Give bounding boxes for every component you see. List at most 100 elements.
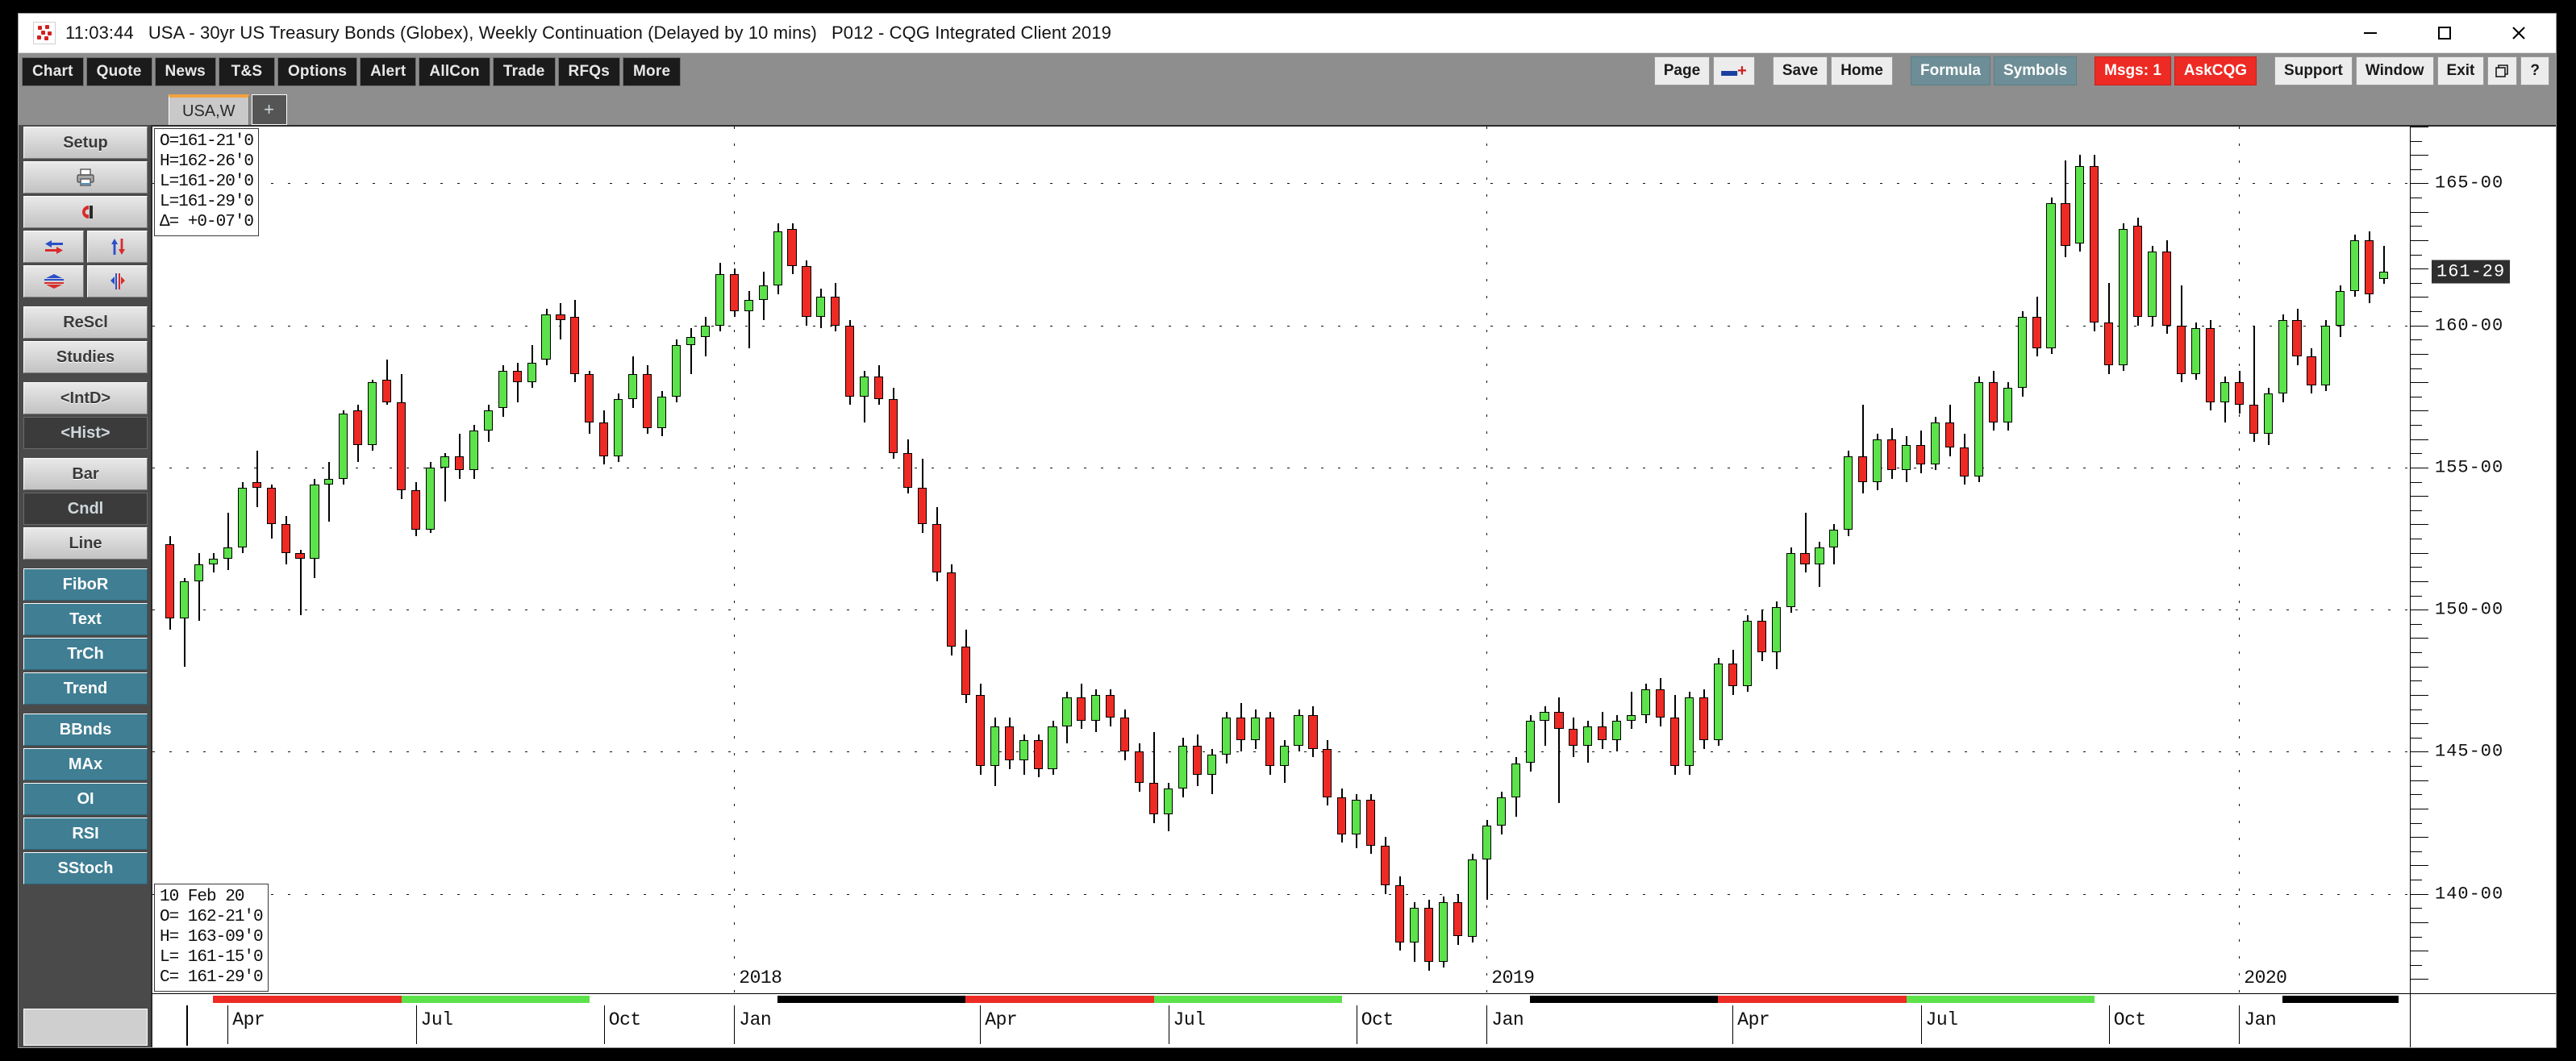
sidebar-button-cndl[interactable]: Cndl <box>23 493 148 525</box>
candle-body <box>425 467 436 530</box>
candle-body <box>454 456 464 471</box>
sidebar-button-bbnds[interactable]: BBnds <box>23 714 148 746</box>
toolbar-button-symbols[interactable]: Symbols <box>1993 56 2078 85</box>
toolbar-button-quote[interactable]: Quote <box>85 56 152 86</box>
price-axis-tick <box>2411 851 2422 852</box>
sidebar-button-trend[interactable]: Trend <box>23 672 148 705</box>
minimize-button[interactable] <box>2333 14 2407 52</box>
toolbar-button-home[interactable]: Home <box>1831 56 1893 85</box>
sidebar-button-studies[interactable]: Studies <box>23 341 148 373</box>
toolbar-button-window[interactable]: Window <box>2355 56 2434 85</box>
price-axis-tick <box>2411 410 2428 412</box>
candle-body <box>628 373 638 400</box>
sidebar-icon-row <box>23 265 148 297</box>
sidebar-button-rescl[interactable]: ReScl <box>23 306 148 339</box>
time-axis-label: Apr <box>1737 1009 1770 1030</box>
arrow-collapse-v-icon <box>108 272 127 291</box>
toolbar-button-icon[interactable]: ? <box>2520 56 2549 85</box>
toolbar-button-support[interactable]: Support <box>2274 56 2353 85</box>
candle-body <box>1352 800 1361 834</box>
time-axis[interactable]: Apr Jul Oct Jan Apr Jul Oct Jan Apr Jul Oct Jan <box>152 993 2556 1047</box>
candle-body <box>194 564 203 581</box>
time-axis-tick <box>227 1005 229 1044</box>
sidebar-button-text[interactable]: Text <box>23 603 148 635</box>
candle-body <box>1106 694 1115 718</box>
toolbar-button-allcon[interactable]: AllCon <box>419 56 490 86</box>
candle-body <box>1323 748 1332 797</box>
sidebar-button-trch[interactable]: TrCh <box>23 638 148 670</box>
sidebar-button-rsi[interactable]: RSI <box>23 818 148 850</box>
candle-body <box>1062 697 1072 726</box>
cursor-close: C= 161-29'0 <box>160 968 264 987</box>
restore-window-icon[interactable] <box>2487 56 2518 85</box>
sidebar-button-oi[interactable]: OI <box>23 783 148 815</box>
ohlc-readout-box: O=161-21'0 H=162-26'0 L=161-20'0 L=161-2… <box>154 128 260 236</box>
candle-body <box>368 382 377 445</box>
close-button[interactable] <box>2482 14 2556 52</box>
price-axis-tick <box>2411 751 2428 753</box>
candle-body <box>1699 697 1708 741</box>
toolbar-button-zoom[interactable]: ▬ + <box>1713 56 1755 85</box>
ohlc-last: L=161-29'0 <box>160 193 254 211</box>
candle-body <box>1771 606 1781 653</box>
toolbar-button-page[interactable]: Page <box>1653 56 1711 85</box>
tab-usa-w[interactable]: USA,W <box>169 94 249 125</box>
sidebar-button-hist[interactable]: <Hist> <box>23 417 148 449</box>
toolbar-button-trade[interactable]: Trade <box>492 56 556 86</box>
candle-body <box>1945 422 1954 448</box>
toolbar-button-formula[interactable]: Formula <box>1911 56 1990 85</box>
toolbar-button-t-s[interactable]: T&S <box>218 56 275 86</box>
time-axis-label: Oct <box>608 1009 641 1030</box>
sidebar-button-setup[interactable]: Setup <box>23 127 148 159</box>
price-axis-tick <box>2411 652 2422 654</box>
toolbar-button-askcqg[interactable]: AskCQG <box>2174 56 2257 85</box>
toolbar-button-rfqs[interactable]: RFQs <box>557 56 621 86</box>
sidebar-button-magnet-icon[interactable] <box>23 196 148 228</box>
price-axis-tick <box>2411 638 2428 639</box>
toolbar-button-news[interactable]: News <box>154 56 216 86</box>
price-axis-tick <box>2411 311 2422 313</box>
price-axis-tick <box>2411 595 2422 597</box>
time-axis-tick <box>1920 1005 1922 1044</box>
candle-body <box>1381 845 1390 886</box>
toolbar-button-chart[interactable]: Chart <box>22 56 84 86</box>
toolbar-button-save[interactable]: Save <box>1772 56 1828 85</box>
vertical-gridline <box>734 127 736 993</box>
sidebar-button-bar[interactable]: Bar <box>23 458 148 490</box>
sidebar-button-line[interactable]: Line <box>23 527 148 560</box>
time-axis-label: Oct <box>1361 1009 1394 1030</box>
print-icon <box>75 168 96 187</box>
toolbar-button-exit[interactable]: Exit <box>2436 56 2485 85</box>
toolbar-button-options[interactable]: Options <box>277 56 358 86</box>
vertical-gridline <box>2239 127 2240 993</box>
price-axis-tick <box>2411 893 2428 895</box>
sidebar-button-max[interactable]: MAx <box>23 748 148 780</box>
sidebar-button-fibor[interactable]: FiboR <box>23 568 148 601</box>
time-axis-labels: Apr Jul Oct Jan Apr Jul Oct Jan Apr Jul Oct Jan <box>152 1005 2556 1046</box>
sidebar-button-print-icon[interactable] <box>23 161 148 193</box>
sidebar-button-arrow-collapse-v-icon[interactable] <box>87 265 148 297</box>
candle-body <box>2075 166 2085 243</box>
tab-strip-spacer <box>22 89 169 125</box>
maximize-button[interactable] <box>2407 14 2482 52</box>
price-axis[interactable]: 165-00 160-00 155-00 150-00 145-00 140-00 161-… <box>2410 127 2556 993</box>
add-tab-button[interactable]: + <box>251 94 287 125</box>
toolbar-button-alert[interactable]: Alert <box>360 56 417 86</box>
candle-body <box>353 410 363 445</box>
sidebar-footer-panel[interactable] <box>23 1009 148 1046</box>
candle-body <box>556 314 565 320</box>
toolbar-button-more[interactable]: More <box>623 56 682 86</box>
toolbar-button-msgs-1[interactable]: Msgs: 1 <box>2095 56 2171 85</box>
sidebar-button-sstoch[interactable]: SStoch <box>23 852 148 884</box>
sidebar-button-arrow-collapse-h-icon[interactable] <box>23 265 84 297</box>
candle-body <box>1265 718 1274 767</box>
sidebar-button-arrow-left-right-icon[interactable] <box>23 231 84 263</box>
sidebar-button-arrow-up-down-icon[interactable] <box>87 231 148 263</box>
chart-panel[interactable]: O=161-21'0 H=162-26'0 L=161-20'0 L=161-2… <box>151 125 2556 1047</box>
candlestick-plot[interactable]: O=161-21'0 H=162-26'0 L=161-20'0 L=161-2… <box>152 127 2410 993</box>
candle-body <box>1959 447 1969 476</box>
candle-body <box>266 487 276 525</box>
candle-body <box>469 431 478 471</box>
sidebar-button-intd[interactable]: <IntD> <box>23 382 148 414</box>
candle-body <box>1728 664 1737 687</box>
